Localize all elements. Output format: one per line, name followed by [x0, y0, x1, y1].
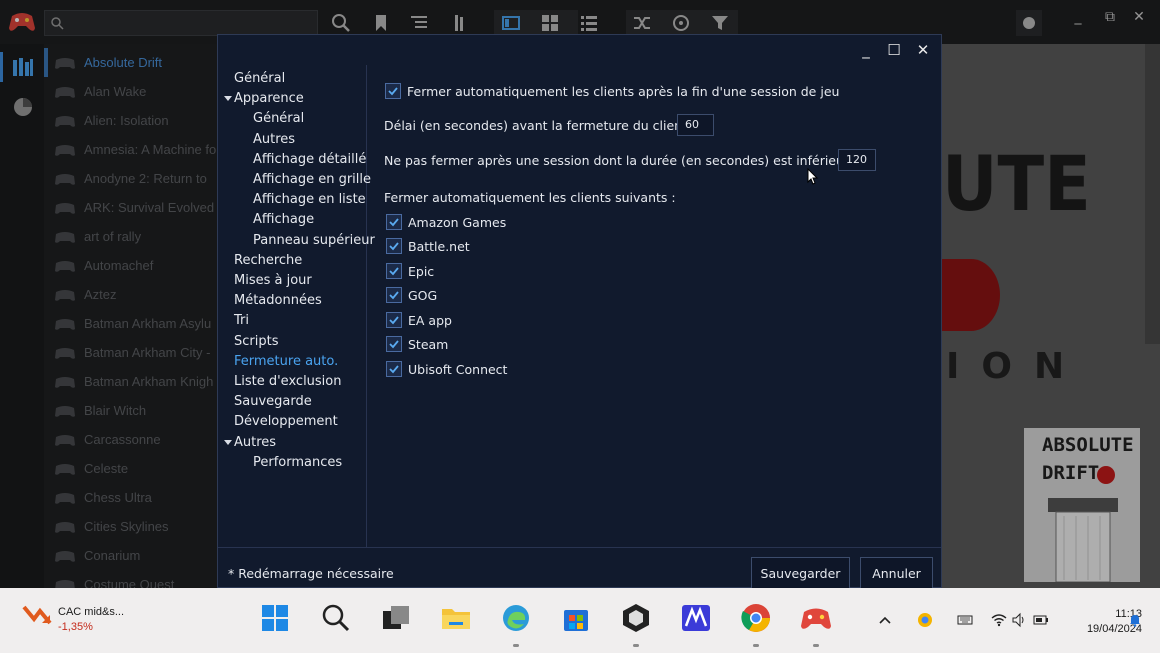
nav-general[interactable]: Général — [234, 71, 285, 86]
nav-developpement[interactable]: Développement — [234, 414, 338, 429]
microsoft-store-icon[interactable] — [560, 602, 592, 634]
nav-performances[interactable]: Performances — [253, 455, 342, 470]
delay-label: Délai (en secondes) avant la fermeture d… — [384, 118, 696, 133]
clients-label: Fermer automatiquement les clients suiva… — [384, 190, 676, 205]
nav-fermeture-auto[interactable]: Fermeture auto. — [234, 354, 338, 369]
playnite-icon[interactable] — [800, 602, 832, 634]
client-label: EA app — [408, 313, 452, 328]
search-icon[interactable] — [320, 602, 352, 634]
running-indicator — [753, 644, 759, 647]
delay-input[interactable]: 60 — [677, 114, 714, 136]
wifi-icon[interactable] — [991, 612, 1007, 628]
expand-arrow-icon[interactable] — [224, 96, 232, 101]
file-explorer-icon[interactable] — [440, 602, 472, 634]
running-indicator — [813, 644, 819, 647]
dialog-close-button[interactable]: ✕ — [913, 40, 933, 60]
auto-close-settings: Fermer automatiquement les clients après… — [367, 65, 941, 547]
dialog-minimize-button[interactable]: _ — [856, 40, 876, 60]
client-label: GOG — [408, 288, 438, 303]
battery-icon[interactable] — [1033, 612, 1049, 628]
nav-tri[interactable]: Tri — [234, 313, 249, 328]
checkmark-icon — [388, 87, 398, 96]
mouse-cursor-icon — [807, 168, 819, 185]
client-checkbox-amazon[interactable] — [386, 214, 402, 230]
dialog-title-bar: _ ☐ ✕ — [218, 35, 941, 65]
nav-affichage-liste[interactable]: Affichage en liste — [253, 192, 366, 207]
tray-app-icon[interactable] — [917, 612, 933, 628]
client-checkbox-ea[interactable] — [386, 312, 402, 328]
nav-apparence[interactable]: Apparence — [234, 91, 304, 106]
save-button[interactable]: Sauvegarder — [751, 557, 850, 590]
nav-recherche[interactable]: Recherche — [234, 253, 302, 268]
min-session-label: Ne pas fermer après une session dont la … — [384, 153, 877, 168]
stock-change[interactable]: -1,35% — [58, 621, 93, 633]
settings-nav: Général Apparence Général Autres Afficha… — [218, 65, 375, 547]
notification-bell-icon[interactable] — [1127, 612, 1143, 628]
client-checkbox-gog[interactable] — [386, 287, 402, 303]
client-label: Ubisoft Connect — [408, 362, 508, 377]
nav-affichage-grille[interactable]: Affichage en grille — [253, 172, 371, 187]
edge-browser-icon[interactable] — [500, 602, 532, 634]
nav-apparence-general[interactable]: Général — [253, 111, 304, 126]
nav-affichage-detaille[interactable]: Affichage détaillé — [253, 152, 366, 167]
client-checkbox-battlenet[interactable] — [386, 238, 402, 254]
cancel-button[interactable]: Annuler — [860, 557, 933, 590]
task-view-icon[interactable] — [380, 602, 412, 634]
client-label: Battle.net — [408, 239, 470, 254]
nav-apparence-autres[interactable]: Autres — [253, 132, 295, 147]
client-checkbox-epic[interactable] — [386, 263, 402, 279]
nav-mises-a-jour[interactable]: Mises à jour — [234, 273, 312, 288]
nav-panneau-superieur[interactable]: Panneau supérieur — [253, 233, 375, 248]
checkmark-icon — [389, 365, 399, 374]
windows-taskbar: CAC mid&s... -1,35% 11:13 19/04/2024 — [0, 588, 1160, 653]
checkmark-icon — [389, 340, 399, 349]
nav-sauvegarde[interactable]: Sauvegarde — [234, 394, 312, 409]
stock-trend-icon[interactable] — [22, 601, 52, 627]
expand-arrow-icon[interactable] — [224, 440, 232, 445]
chevron-up-icon[interactable] — [877, 612, 893, 628]
settings-dialog: _ ☐ ✕ Général Apparence Général Autres A… — [217, 34, 942, 590]
running-indicator — [513, 644, 519, 647]
nav-scripts[interactable]: Scripts — [234, 334, 278, 349]
keyboard-icon[interactable] — [957, 612, 973, 628]
stock-name[interactable]: CAC mid&s... — [58, 606, 124, 618]
chrome-icon[interactable] — [740, 602, 772, 634]
checkmark-icon — [389, 218, 399, 227]
checkmark-icon — [389, 291, 399, 300]
checkmark-icon — [389, 242, 399, 251]
dialog-footer: * Redémarrage nécessaire Sauvegarder Ann… — [218, 547, 941, 590]
unity-hub-icon[interactable] — [620, 602, 652, 634]
app-m-icon[interactable] — [680, 602, 712, 634]
restart-note: * Redémarrage nécessaire — [228, 566, 394, 581]
checkmark-icon — [389, 267, 399, 276]
running-indicator — [633, 644, 639, 647]
client-checkbox-ubisoft[interactable] — [386, 361, 402, 377]
nav-metadonnees[interactable]: Métadonnées — [234, 293, 322, 308]
client-checkbox-steam[interactable] — [386, 336, 402, 352]
min-session-input[interactable]: 120 — [838, 149, 876, 171]
auto-close-checkbox[interactable] — [385, 83, 401, 99]
nav-affichage[interactable]: Affichage — [253, 212, 314, 227]
dialog-maximize-button[interactable]: ☐ — [884, 40, 904, 60]
client-label: Steam — [408, 337, 449, 352]
checkmark-icon — [389, 316, 399, 325]
volume-icon[interactable] — [1011, 612, 1027, 628]
nav-autres[interactable]: Autres — [234, 435, 276, 450]
nav-liste-exclusion[interactable]: Liste d'exclusion — [234, 374, 342, 389]
client-label: Amazon Games — [408, 215, 507, 230]
start-menu-icon[interactable] — [259, 602, 291, 634]
auto-close-label: Fermer automatiquement les clients après… — [407, 84, 840, 99]
client-label: Epic — [408, 264, 435, 279]
